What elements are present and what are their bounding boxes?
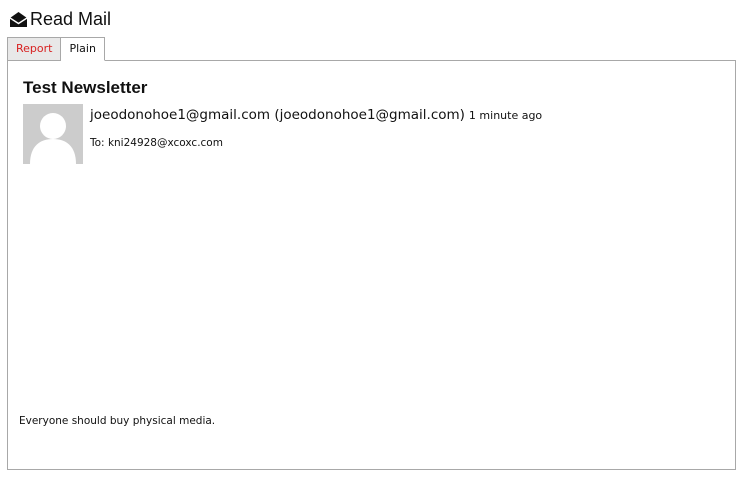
envelope-open-icon <box>9 10 28 29</box>
mail-panel: Test Newsletter joeodonohoe1@gmail.com (… <box>7 60 736 470</box>
sent-time: 1 minute ago <box>468 109 543 122</box>
page-header: Read Mail <box>9 7 111 31</box>
tab-plain[interactable]: Plain <box>61 37 105 61</box>
tab-bar: Report Plain <box>7 37 105 61</box>
mail-body: Everyone should buy physical media. <box>19 415 216 427</box>
recipient-prefix: To: <box>90 137 105 149</box>
tab-report[interactable]: Report <box>7 37 62 61</box>
default-avatar-icon <box>23 104 83 164</box>
page-title: Read Mail <box>30 9 112 29</box>
sender-line: joeodonohoe1@gmail.com (joeodonohoe1@gma… <box>90 107 542 123</box>
recipient-address: kni24928@xcoxc.com <box>107 137 223 149</box>
recipient-line: To: kni24928@xcoxc.com <box>90 137 223 149</box>
sender-address: joeodonohoe1@gmail.com (joeodonohoe1@gma… <box>90 107 465 123</box>
mail-subject: Test Newsletter <box>23 78 148 97</box>
